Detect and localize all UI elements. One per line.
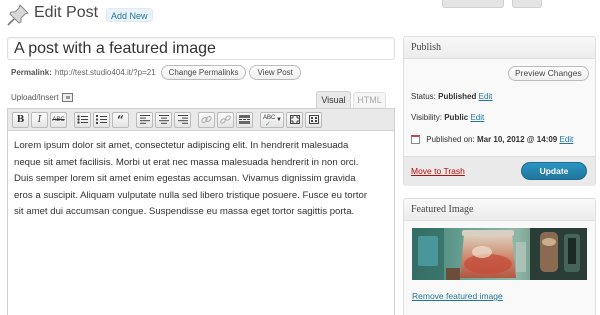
edit-status-link[interactable]: Edit: [479, 92, 493, 101]
published-on-line: Published on: Mar 10, 2012 @ 14:09 Edit: [411, 135, 573, 145]
align-right-icon: [177, 115, 188, 124]
publish-box-title: Publish: [404, 37, 595, 59]
insert-more-icon: [239, 115, 250, 124]
view-post-button[interactable]: View Post: [249, 64, 301, 80]
kitchen-sink-icon: [308, 115, 319, 124]
featured-image-photo: [412, 228, 587, 280]
upload-insert-label: Upload/Insert: [11, 93, 59, 102]
align-left-icon: [139, 115, 150, 124]
kitchen-sink-button[interactable]: [305, 111, 322, 128]
content-line: Duis semper lorem sit amet enim egestas …: [14, 173, 356, 185]
edit-date-link[interactable]: Edit: [559, 135, 573, 144]
link-icon: [201, 116, 212, 123]
pushpin-icon: [7, 4, 29, 26]
add-new-button[interactable]: Add New: [106, 8, 153, 22]
permalink-url[interactable]: http://test.studio404.it/?p=21: [55, 68, 156, 77]
change-permalinks-button[interactable]: Change Permalinks: [160, 64, 247, 80]
align-center-button[interactable]: [155, 111, 172, 128]
bullet-list-icon: [77, 115, 88, 124]
editor-toolbar: B I ABC “ ABC ✓ ▼: [8, 109, 394, 131]
move-to-trash-link[interactable]: Move to Trash: [411, 166, 465, 176]
status-line: Status: Published Edit: [411, 92, 492, 101]
publish-box: Publish Preview Changes Status: Publishe…: [403, 36, 596, 186]
update-button[interactable]: Update: [521, 162, 587, 180]
published-on-label: Published on:: [426, 135, 475, 144]
numbered-list-icon: [96, 115, 107, 124]
visibility-value: Public: [444, 113, 469, 122]
preview-changes-button[interactable]: Preview Changes: [508, 66, 589, 81]
spellcheck-check-icon: ✓: [265, 120, 271, 128]
bullet-list-button[interactable]: [74, 111, 91, 128]
fullscreen-icon: [289, 115, 300, 124]
fullscreen-button[interactable]: [286, 111, 303, 128]
insert-link-button[interactable]: [198, 111, 215, 128]
upload-media-icon[interactable]: [61, 93, 73, 102]
bold-button[interactable]: B: [12, 111, 29, 128]
visibility-label: Visibility:: [411, 113, 442, 122]
status-label: Status:: [411, 92, 436, 101]
editor-content[interactable]: Lorem ipsum dolor sit amet, consectetur …: [14, 138, 386, 221]
spellcheck-button[interactable]: ABC ✓ ▼: [260, 111, 284, 128]
chevron-down-icon: ▼: [276, 116, 282, 123]
strikethrough-button[interactable]: ABC: [50, 111, 67, 128]
unlink-button[interactable]: [217, 111, 234, 128]
numbered-list-button[interactable]: [93, 111, 110, 128]
featured-image-thumbnail[interactable]: [412, 228, 587, 280]
align-left-button[interactable]: [136, 111, 153, 128]
italic-button[interactable]: I: [31, 111, 48, 128]
tab-html[interactable]: HTML: [353, 92, 386, 108]
permalink-row: Permalink: http://test.studio404.it/?p=2…: [11, 64, 301, 80]
post-editor[interactable]: B I ABC “ ABC ✓ ▼ Lorem ipsum dolor sit …: [7, 108, 395, 315]
featured-image-title: Featured Image: [404, 199, 595, 221]
content-line: eros a suscipit. Aliquam vulputate nulla…: [14, 189, 368, 201]
align-right-button[interactable]: [174, 111, 191, 128]
visibility-line: Visibility: Public Edit: [411, 113, 484, 122]
tab-visual[interactable]: Visual: [316, 91, 351, 108]
content-line: sit amet dui accumsan congue. Suspendiss…: [14, 206, 355, 218]
page-title: Edit Post: [34, 4, 99, 21]
content-line: Lorem ipsum dolor sit amet, consectetur …: [14, 140, 349, 151]
status-value: Published: [438, 92, 477, 101]
upload-insert: Upload/Insert: [11, 93, 73, 102]
remove-featured-image-link[interactable]: Remove featured image: [412, 291, 503, 301]
insert-more-button[interactable]: [236, 111, 253, 128]
align-center-icon: [158, 115, 169, 124]
blockquote-button[interactable]: “: [112, 111, 129, 128]
post-title-input[interactable]: [7, 37, 395, 60]
calendar-icon: [411, 135, 420, 145]
edit-visibility-link[interactable]: Edit: [470, 113, 484, 122]
published-on-value: Mar 10, 2012 @ 14:09: [476, 135, 558, 144]
publish-actions: Move to Trash Update: [404, 156, 595, 186]
content-line: neque sit amet facilisis. Morbi ut erat …: [14, 156, 359, 168]
permalink-label: Permalink:: [11, 67, 52, 77]
featured-image-box: Featured Image Remove featured image: [403, 198, 596, 315]
help-tab[interactable]: [512, 0, 542, 8]
unlink-icon: [220, 115, 231, 124]
screen-options-tab[interactable]: [442, 0, 504, 8]
